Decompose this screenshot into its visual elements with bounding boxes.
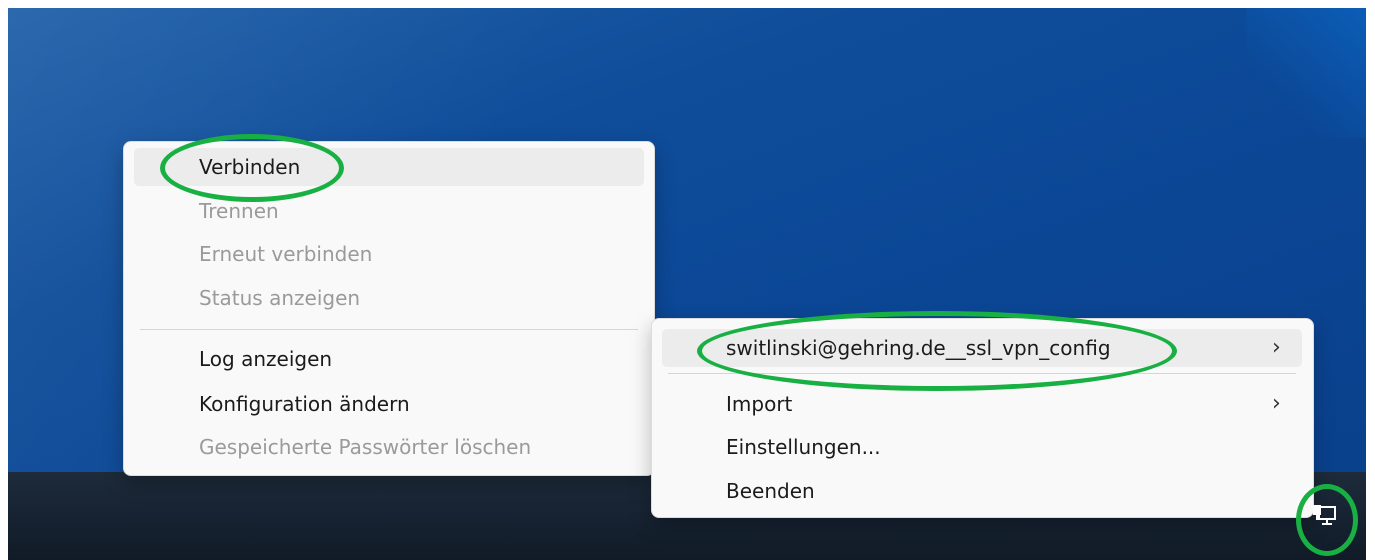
menu-item-status-anzeigen[interactable]: Status anzeigen	[134, 279, 644, 317]
menu-item-beenden[interactable]: Beenden	[662, 472, 1302, 510]
menu-item-label: Konfiguration ändern	[199, 392, 410, 416]
menu-item-label: Erneut verbinden	[199, 242, 373, 266]
menu-item-trennen[interactable]: Trennen	[134, 192, 644, 230]
menu-item-label: Gespeicherte Passwörter löschen	[199, 435, 532, 459]
menu-item-label: Trennen	[199, 199, 279, 223]
menu-item-verbinden[interactable]: Verbinden	[134, 148, 644, 186]
menu-item-einstellungen[interactable]: Einstellungen...	[662, 428, 1302, 466]
menu-separator	[140, 329, 638, 330]
menu-item-import[interactable]: Import ›	[662, 385, 1302, 423]
chevron-right-icon: ›	[1272, 391, 1281, 416]
menu-item-label: switlinski@gehring.de__ssl_vpn_config	[726, 336, 1111, 360]
wallpaper-corner-streak	[1246, 8, 1366, 138]
chevron-right-icon: ›	[1272, 335, 1281, 360]
menu-item-label: Verbinden	[199, 155, 301, 179]
menu-item-log-anzeigen[interactable]: Log anzeigen	[134, 340, 644, 378]
menu-separator	[668, 373, 1296, 374]
connection-context-menu: Verbinden Trennen Erneut verbinden Statu…	[123, 141, 655, 476]
menu-item-konfiguration-aendern[interactable]: Konfiguration ändern	[134, 385, 644, 423]
menu-item-label: Log anzeigen	[199, 347, 333, 371]
menu-item-vpn-config[interactable]: switlinski@gehring.de__ssl_vpn_config ›	[662, 329, 1302, 367]
menu-item-erneut-verbinden[interactable]: Erneut verbinden	[134, 235, 644, 273]
menu-item-label: Import	[726, 392, 793, 416]
menu-item-passwoerter-loeschen[interactable]: Gespeicherte Passwörter löschen	[134, 428, 644, 466]
tray-menu: switlinski@gehring.de__ssl_vpn_config › …	[651, 318, 1314, 518]
menu-item-label: Beenden	[726, 479, 815, 503]
menu-item-label: Einstellungen...	[726, 435, 881, 459]
network-tray-icon[interactable]	[1306, 498, 1342, 534]
menu-item-label: Status anzeigen	[199, 286, 361, 310]
